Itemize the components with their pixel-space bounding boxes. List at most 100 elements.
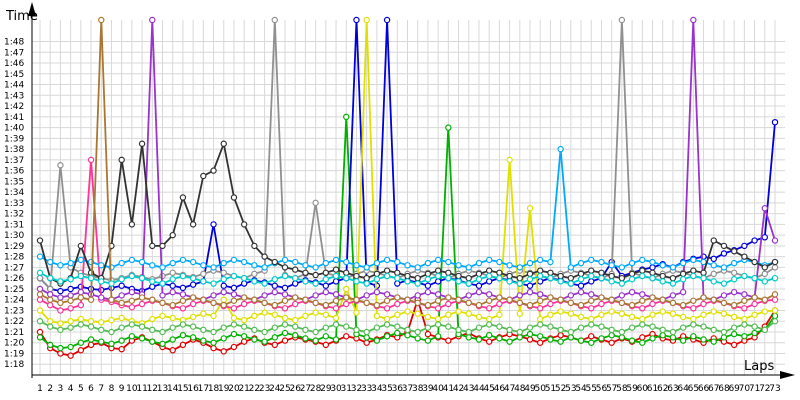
data-point [373, 301, 381, 309]
data-point [394, 323, 401, 330]
data-point [373, 324, 381, 331]
data-point [618, 292, 626, 299]
data-point [312, 280, 319, 287]
data-point [118, 337, 125, 344]
data-point [343, 269, 350, 277]
data-point [189, 258, 197, 266]
data-point [414, 328, 421, 336]
y-axis-title: Time [5, 9, 38, 24]
data-point [220, 324, 227, 331]
data-point [47, 274, 54, 282]
data-point [496, 258, 503, 266]
data-point [87, 318, 95, 325]
data-point [230, 321, 238, 328]
data-point [669, 264, 677, 271]
data-point [649, 335, 656, 342]
data-point [251, 296, 258, 303]
data-point [281, 256, 289, 264]
data-point [292, 274, 299, 282]
data-point [720, 292, 728, 299]
data-point [496, 335, 503, 342]
data-point [128, 333, 136, 340]
data-point [588, 278, 595, 285]
y-tick-label: 1:30 [4, 231, 24, 241]
data-point [47, 291, 54, 298]
data-point [57, 344, 64, 352]
data-point [720, 264, 728, 271]
data-point [445, 300, 452, 308]
data-point [302, 326, 309, 334]
data-point [414, 274, 421, 282]
y-tick-label: 1:36 [4, 167, 24, 177]
data-point [363, 274, 370, 282]
data-point [547, 323, 554, 330]
data-point [57, 262, 64, 269]
data-point [302, 296, 309, 303]
data-point [557, 278, 564, 285]
data-point [445, 258, 452, 266]
data-point [690, 272, 697, 280]
data-point [547, 300, 554, 308]
data-point [159, 264, 166, 271]
data-point [383, 291, 391, 298]
data-point [445, 124, 452, 131]
data-point [118, 259, 125, 267]
data-point [169, 314, 176, 322]
data-point [271, 334, 278, 341]
data-point [434, 297, 442, 304]
y-tick-label: 1:34 [4, 188, 24, 198]
data-point [700, 269, 707, 277]
data-point [577, 288, 585, 296]
data-point [485, 331, 493, 339]
data-point [537, 315, 544, 323]
data-point [639, 291, 646, 298]
x-tick-label: 2 [47, 384, 53, 394]
data-point [230, 314, 238, 322]
data-point [526, 336, 534, 343]
data-point [383, 16, 391, 24]
data-point [485, 297, 493, 304]
data-point [751, 237, 758, 244]
data-point [373, 259, 381, 267]
data-point [404, 278, 411, 285]
data-point [710, 326, 717, 334]
data-point [730, 313, 738, 321]
data-point [108, 280, 115, 287]
data-point [67, 285, 74, 293]
data-point [761, 264, 768, 271]
data-point [312, 271, 319, 279]
data-point [506, 278, 513, 285]
y-tick-label: 1:29 [4, 242, 24, 252]
data-point [118, 299, 125, 307]
y-tick-label: 1:37 [4, 156, 24, 166]
data-point [159, 340, 166, 348]
y-tick-label: 1:41 [4, 113, 24, 123]
data-point [210, 280, 217, 287]
x-tick-label: 73 [769, 384, 780, 394]
data-point [128, 221, 136, 228]
data-point [741, 333, 748, 340]
data-point [373, 270, 381, 278]
data-point [414, 292, 421, 299]
data-point [77, 347, 85, 354]
data-point [383, 315, 391, 323]
y-tick-label: 1:20 [4, 339, 24, 349]
data-point [383, 305, 391, 312]
y-tick-label: 1:48 [4, 38, 24, 48]
data-point [496, 294, 503, 301]
y-tick-label: 1:47 [4, 48, 24, 58]
data-point [649, 311, 656, 318]
data-point [169, 324, 176, 331]
x-tick-label: 7 [98, 384, 104, 394]
data-point [271, 276, 278, 283]
data-point [639, 256, 646, 264]
data-point [118, 292, 125, 299]
data-point [761, 205, 768, 212]
data-point [210, 328, 217, 336]
data-point [240, 221, 248, 228]
data-point [424, 276, 432, 283]
y-tick-label: 1:40 [4, 124, 24, 134]
data-point [67, 352, 74, 359]
data-point [577, 337, 585, 344]
data-point [200, 337, 207, 344]
